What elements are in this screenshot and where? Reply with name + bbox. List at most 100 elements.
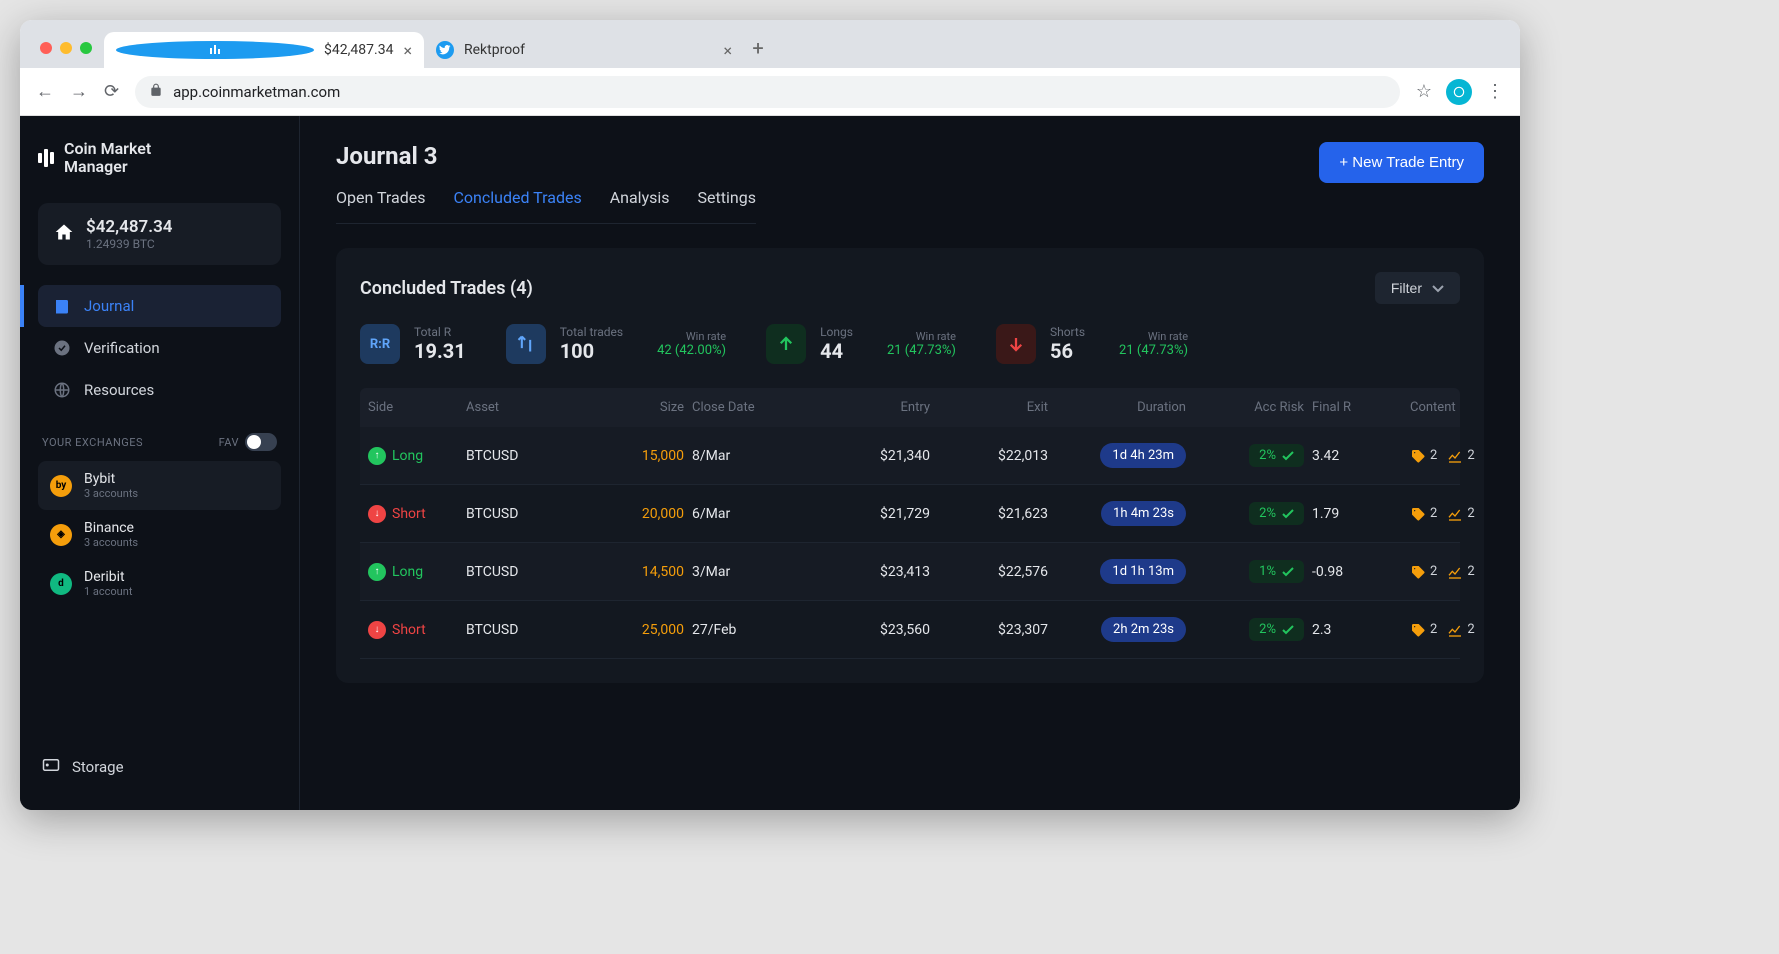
exchange-name: Bybit: [84, 471, 138, 487]
exchange-item[interactable]: d Deribit 1 account: [38, 559, 281, 608]
th-asset: Asset: [466, 400, 576, 415]
sidebar: Coin Market Manager $42,487.34 1.24939 B…: [20, 116, 300, 810]
exchange-sub: 3 accounts: [84, 536, 138, 549]
chevron-down-icon: [1432, 280, 1444, 296]
td-acc-risk: 2%: [1194, 618, 1304, 641]
td-final-r: 3.42: [1312, 448, 1402, 464]
profile-avatar[interactable]: [1446, 79, 1472, 105]
check-icon: [1282, 625, 1294, 635]
side-label: Long: [392, 448, 423, 464]
exchange-item[interactable]: by Bybit 3 accounts: [38, 461, 281, 510]
stat-value: 19.31: [414, 339, 466, 363]
page-title: Journal 3: [336, 142, 756, 170]
table-body: ↑ Long BTCUSD 15,000 8/Mar $21,340 $22,0…: [360, 427, 1460, 659]
sidebar-item-journal[interactable]: Journal: [38, 285, 281, 327]
exchange-item[interactable]: ◈ Binance 3 accounts: [38, 510, 281, 559]
th-size: Size: [584, 400, 684, 415]
chart-icon: [1447, 564, 1463, 580]
stat-label: Longs: [820, 325, 853, 339]
table-row[interactable]: ↑ Long BTCUSD 15,000 8/Mar $21,340 $22,0…: [360, 427, 1460, 485]
td-asset: BTCUSD: [466, 564, 576, 580]
new-tab-button[interactable]: +: [744, 36, 772, 68]
side-arrow-icon: ↓: [368, 621, 386, 639]
side-label: Short: [392, 622, 426, 638]
browser-window: $42,487.34 × Rektproof × + ← → ⟳ app.coi…: [20, 20, 1520, 810]
stat-rate-label: Win rate: [916, 330, 956, 343]
nav-list: Journal Verification Resources: [38, 285, 281, 411]
filter-button[interactable]: Filter: [1375, 272, 1460, 304]
td-size: 14,500: [584, 564, 684, 580]
td-entry: $21,729: [820, 506, 930, 522]
th-duration: Duration: [1056, 400, 1186, 415]
exchange-sub: 3 accounts: [84, 487, 138, 500]
close-window-button[interactable]: [40, 42, 52, 54]
maximize-window-button[interactable]: [80, 42, 92, 54]
balance-card[interactable]: $42,487.34 1.24939 BTC: [38, 203, 281, 265]
address-bar[interactable]: app.coinmarketman.com: [135, 76, 1400, 108]
twitter-icon: [436, 41, 454, 59]
td-entry: $23,560: [820, 622, 930, 638]
td-asset: BTCUSD: [466, 448, 576, 464]
td-duration: 2h 2m 23s: [1056, 617, 1186, 642]
table-row[interactable]: ↑ Long BTCUSD 14,500 3/Mar $23,413 $22,5…: [360, 543, 1460, 601]
td-size: 15,000: [584, 448, 684, 464]
brand-logo: Coin Market Manager: [38, 140, 281, 175]
exchange-sub: 1 account: [84, 585, 132, 598]
main-content: Journal 3 Open Trades Concluded Trades A…: [300, 116, 1520, 810]
page-header: Journal 3 Open Trades Concluded Trades A…: [300, 116, 1520, 224]
brand-icon: [38, 149, 54, 167]
forward-button[interactable]: →: [70, 81, 88, 102]
table-row[interactable]: ↓ Short BTCUSD 25,000 27/Feb $23,560 $23…: [360, 601, 1460, 659]
stats-row: R:R Total R 19.31 Total trades: [360, 324, 1460, 364]
tag-icon: [1410, 448, 1426, 464]
stat-shorts: Shorts 56 Win rate 21 (47.73%): [996, 324, 1188, 364]
sidebar-item-resources[interactable]: Resources: [38, 369, 281, 411]
th-exit: Exit: [938, 400, 1048, 415]
stat-longs: Longs 44 Win rate 21 (47.73%): [766, 324, 956, 364]
td-size: 20,000: [584, 506, 684, 522]
th-acc-risk: Acc Risk: [1194, 400, 1304, 415]
sidebar-item-verification[interactable]: Verification: [38, 327, 281, 369]
stat-rate-label: Win rate: [686, 330, 726, 343]
header-tabs: Open Trades Concluded Trades Analysis Se…: [336, 188, 756, 224]
tab-analysis[interactable]: Analysis: [610, 188, 670, 223]
reload-button[interactable]: ⟳: [104, 81, 119, 102]
stat-total-trades: Total trades 100 Win rate 42 (42.00%): [506, 324, 726, 364]
brand-line1: Coin Market: [64, 140, 151, 158]
url-text: app.coinmarketman.com: [173, 83, 340, 101]
tab-title: $42,487.34: [324, 42, 393, 58]
check-icon: [1282, 509, 1294, 519]
storage-icon: [42, 758, 60, 776]
tab-close-icon[interactable]: ×: [403, 41, 412, 60]
table-header: Side Asset Size Close Date Entry Exit Du…: [360, 388, 1460, 427]
kebab-menu-icon[interactable]: ⋮: [1486, 81, 1504, 102]
arrow-up-icon: [766, 324, 806, 364]
app-root: Coin Market Manager $42,487.34 1.24939 B…: [20, 116, 1520, 810]
th-content: Content: [1410, 400, 1520, 415]
minimize-window-button[interactable]: [60, 42, 72, 54]
td-acc-risk: 1%: [1194, 560, 1304, 583]
browser-tab-inactive[interactable]: Rektproof ×: [424, 32, 744, 68]
stat-label: Total trades: [560, 325, 623, 339]
tab-settings[interactable]: Settings: [698, 188, 756, 223]
tab-open-trades[interactable]: Open Trades: [336, 188, 426, 223]
tab-close-icon[interactable]: ×: [723, 41, 732, 60]
tab-concluded-trades[interactable]: Concluded Trades: [454, 188, 582, 223]
table-row[interactable]: ↓ Short BTCUSD 20,000 6/Mar $21,729 $21,…: [360, 485, 1460, 543]
new-trade-entry-button[interactable]: + New Trade Entry: [1319, 142, 1484, 183]
chart-icon: [1447, 506, 1463, 522]
nav-label: Journal: [84, 297, 134, 315]
td-exit: $23,307: [938, 622, 1048, 638]
star-icon[interactable]: ☆: [1416, 81, 1432, 102]
side-label: Short: [392, 506, 426, 522]
browser-tab-active[interactable]: $42,487.34 ×: [104, 32, 424, 68]
td-entry: $21,340: [820, 448, 930, 464]
browser-toolbar: ← → ⟳ app.coinmarketman.com ☆ ⋮: [20, 68, 1520, 116]
td-asset: BTCUSD: [466, 506, 576, 522]
exchanges-label: YOUR EXCHANGES: [42, 436, 143, 449]
tab-title: Rektproof: [464, 42, 525, 58]
sidebar-item-storage[interactable]: Storage: [38, 748, 281, 786]
fav-toggle[interactable]: [245, 433, 277, 451]
stat-rate-value: 21 (47.73%): [1119, 343, 1188, 358]
back-button[interactable]: ←: [36, 81, 54, 102]
